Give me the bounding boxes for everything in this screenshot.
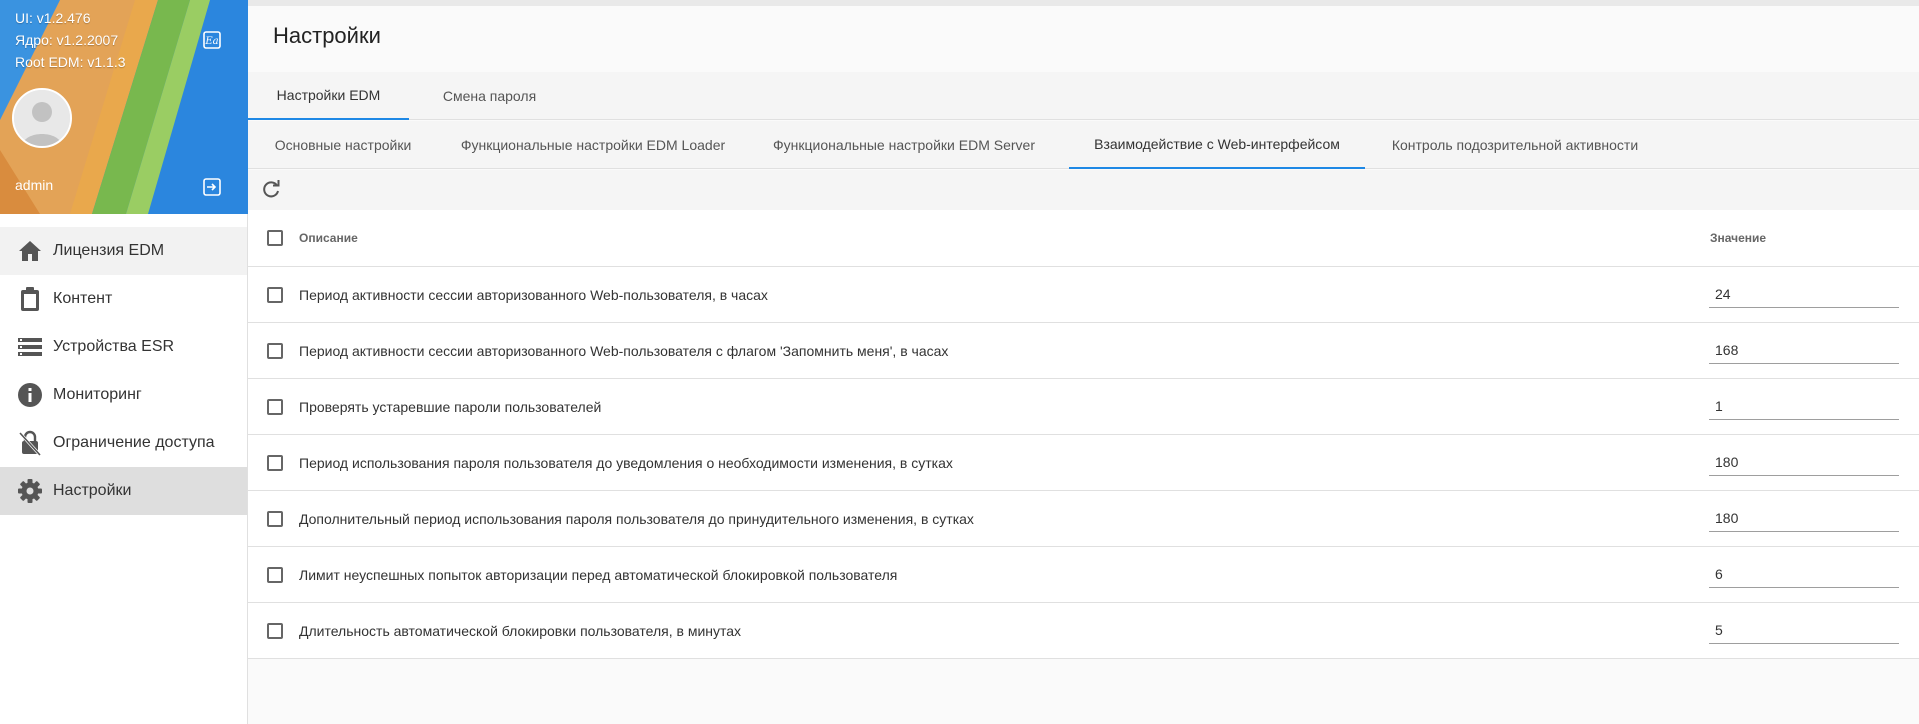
row-checkbox[interactable] xyxy=(267,286,283,303)
row-value-input[interactable] xyxy=(1709,449,1899,476)
table-header: Описание Значение xyxy=(248,210,1919,267)
row-checkbox[interactable] xyxy=(267,566,283,583)
row-checkbox[interactable] xyxy=(267,622,283,639)
tab-web-interface[interactable]: Взаимодействие с Web-интерфейсом xyxy=(1069,121,1365,169)
tab-edm-settings[interactable]: Настройки EDM xyxy=(248,72,409,120)
secondary-tabs: Основные настройки Функциональные настро… xyxy=(248,121,1919,169)
sidebar-item-label: Контент xyxy=(53,290,113,307)
sidebar-nav: Лицензия EDM Контент Устройства ESR Мони… xyxy=(0,227,247,515)
select-all-checkbox[interactable] xyxy=(267,230,283,246)
table-row: Период активности сессии авторизованного… xyxy=(248,323,1919,379)
home-icon xyxy=(16,237,44,265)
table-row: Проверять устаревшие пароли пользователе… xyxy=(248,379,1919,435)
row-description: Период активности сессии авторизованного… xyxy=(299,286,768,303)
column-header-description: Описание xyxy=(299,231,358,245)
row-checkbox[interactable] xyxy=(267,510,283,527)
row-value-input[interactable] xyxy=(1709,505,1899,532)
gear-icon xyxy=(16,477,44,505)
tab-suspicious-activity[interactable]: Контроль подозрительной активности xyxy=(1365,121,1665,169)
table-row: Период использования пароля пользователя… xyxy=(248,435,1919,491)
core-version: Ядро: v1.2.2007 xyxy=(15,32,119,48)
row-value-input[interactable] xyxy=(1709,393,1899,420)
settings-table: Описание Значение Период активности сесс… xyxy=(248,210,1919,659)
sidebar-item-label: Мониторинг xyxy=(53,386,142,403)
main-content: Настройки Настройки EDM Смена пароля Осн… xyxy=(248,0,1919,724)
primary-tabs: Настройки EDM Смена пароля xyxy=(248,72,1919,120)
table-toolbar xyxy=(248,170,1919,210)
refresh-icon[interactable] xyxy=(260,179,282,201)
page-title: Настройки xyxy=(273,23,381,48)
sidebar: UI: v1.2.476 Ядро: v1.2.2007 Root EDM: v… xyxy=(0,0,248,724)
row-checkbox[interactable] xyxy=(267,342,283,359)
sidebar-item-label: Ограничение доступа xyxy=(53,434,215,451)
root-version: Root EDM: v1.1.3 xyxy=(15,54,126,70)
version-info: UI: v1.2.476 Ядро: v1.2.2007 Root EDM: v… xyxy=(15,7,126,73)
top-divider xyxy=(248,0,1919,6)
table-row: Период активности сессии авторизованного… xyxy=(248,267,1919,323)
column-header-value: Значение xyxy=(1710,231,1767,245)
sidebar-item-license[interactable]: Лицензия EDM xyxy=(0,227,247,275)
row-description: Дополнительный период использования паро… xyxy=(299,510,974,527)
table-row: Лимит неуспешных попыток авторизации пер… xyxy=(248,547,1919,603)
row-description: Период использования пароля пользователя… xyxy=(299,454,953,471)
row-checkbox[interactable] xyxy=(267,398,283,415)
row-description: Период активности сессии авторизованного… xyxy=(299,342,949,359)
row-value-input[interactable] xyxy=(1709,617,1899,644)
tab-edm-loader[interactable]: Функциональные настройки EDM Loader xyxy=(438,121,748,169)
row-value-input[interactable] xyxy=(1709,561,1899,588)
tab-change-password[interactable]: Смена пароля xyxy=(409,72,570,120)
table-row: Длительность автоматической блокировки п… xyxy=(248,603,1919,659)
sidebar-item-label: Устройства ESR xyxy=(53,338,175,355)
profile-banner: UI: v1.2.476 Ядро: v1.2.2007 Root EDM: v… xyxy=(0,0,248,214)
table-row: Дополнительный период использования паро… xyxy=(248,491,1919,547)
sidebar-item-monitoring[interactable]: Мониторинг xyxy=(0,371,247,419)
storage-icon xyxy=(16,333,44,361)
sidebar-item-devices[interactable]: Устройства ESR xyxy=(0,323,247,371)
sidebar-item-settings[interactable]: Настройки xyxy=(0,467,247,515)
username: admin xyxy=(15,177,54,193)
row-description: Лимит неуспешных попыток авторизации пер… xyxy=(299,566,898,583)
row-value-input[interactable] xyxy=(1709,281,1899,308)
lock-off-icon xyxy=(16,429,44,457)
row-description: Длительность автоматической блокировки п… xyxy=(299,622,742,639)
sidebar-item-access[interactable]: Ограничение доступа xyxy=(0,419,247,467)
sidebar-item-label: Настройки xyxy=(53,482,132,499)
clipboard-icon xyxy=(16,285,44,313)
tab-edm-server[interactable]: Функциональные настройки EDM Server xyxy=(748,121,1060,169)
tab-basic-settings[interactable]: Основные настройки xyxy=(248,121,438,169)
sidebar-item-label: Лицензия EDM xyxy=(53,242,165,259)
row-description: Проверять устаревшие пароли пользователе… xyxy=(299,398,602,415)
svg-text:Ea: Ea xyxy=(204,36,218,47)
info-icon xyxy=(16,381,44,409)
row-value-input[interactable] xyxy=(1709,337,1899,364)
sidebar-item-content[interactable]: Контент xyxy=(0,275,247,323)
logout-icon[interactable] xyxy=(201,176,223,198)
language-icon[interactable]: Ea xyxy=(201,29,223,51)
row-checkbox[interactable] xyxy=(267,454,283,471)
ui-version: UI: v1.2.476 xyxy=(15,10,91,26)
avatar xyxy=(12,88,72,148)
